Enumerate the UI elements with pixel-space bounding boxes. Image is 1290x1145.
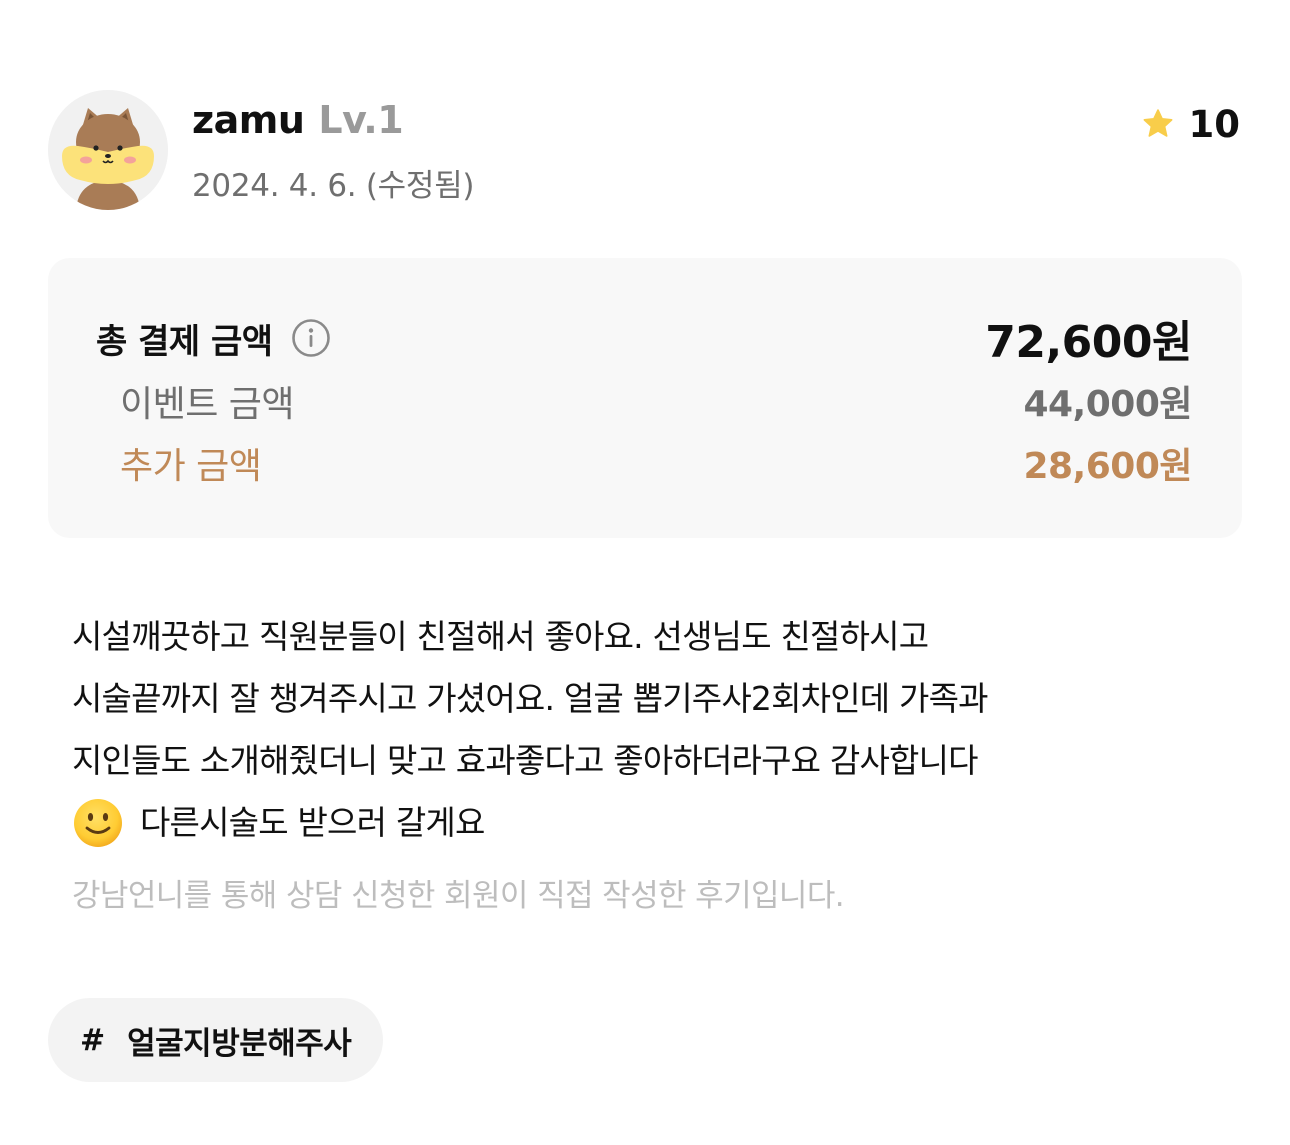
extra-price-label: 추가 금액 (120, 446, 262, 487)
review-text-last: 다른시술도 받으러 갈게요 (140, 803, 485, 842)
review-rating: 10 (1141, 100, 1241, 148)
total-price-value: 72,600원 (985, 317, 1192, 368)
slightly-smiling-face-emoji (74, 799, 122, 847)
total-price-label: 총 결제 금액 (96, 321, 273, 362)
extra-price-row: 추가 금액 28,600원 (48, 438, 1242, 488)
shiba-dog-avatar-icon (48, 90, 168, 210)
author-info: zamu Lv.1 (192, 98, 404, 150)
treatment-tag-label: 얼굴지방분해주사 (127, 1025, 352, 1062)
event-price-row: 이벤트 금액 44,000원 (48, 376, 1242, 426)
hashtag-icon: # (80, 1022, 106, 1058)
event-price-label: 이벤트 금액 (120, 384, 295, 425)
event-price-value: 44,000원 (1023, 384, 1192, 425)
author-avatar[interactable] (48, 90, 168, 210)
total-price-label-group: 총 결제 금액 (96, 314, 331, 363)
review-text-line: 지인들도 소개해줬더니 맞고 효과좋다고 좋아하더라구요 감사합니다 (72, 741, 979, 780)
extra-price-value: 28,600원 (1023, 446, 1192, 487)
review-text-line: 시술끝까지 잘 챙겨주시고 가셨어요. 얼굴 뽑기주사2회차인데 가족과 (72, 679, 989, 718)
total-price-row: 총 결제 금액 72,600원 (48, 310, 1242, 368)
review-date: 2024. 4. 6. (수정됨) (192, 168, 475, 204)
price-summary-box: 총 결제 금액 72,600원 이벤트 금액 44,000원 추가 금액 28,… (48, 258, 1242, 538)
info-icon[interactable] (291, 318, 331, 358)
review-body: 시설깨끗하고 직원분들이 친절해서 좋아요. 선생님도 친절하시고 시술끝까지 … (72, 606, 1222, 854)
review-text-line-with-emoji: 다른시술도 받으러 갈게요 (72, 792, 1222, 854)
author-level: Lv.1 (318, 98, 404, 142)
review-disclaimer: 강남언니를 통해 상담 신청한 회원이 직접 작성한 후기입니다. (72, 878, 845, 914)
author-username[interactable]: zamu (192, 98, 305, 142)
rating-value: 10 (1188, 102, 1241, 146)
review-text-line: 시설깨끗하고 직원분들이 친절해서 좋아요. 선생님도 친절하시고 (72, 617, 929, 656)
treatment-tag-chip[interactable]: # 얼굴지방분해주사 (48, 998, 384, 1082)
star-icon (1143, 109, 1172, 137)
